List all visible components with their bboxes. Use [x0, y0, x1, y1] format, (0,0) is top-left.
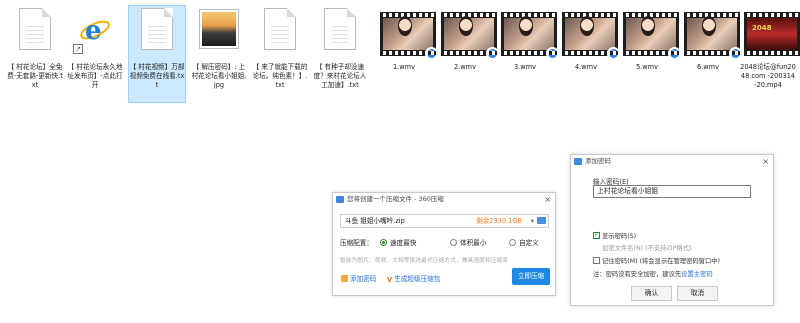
file-item-selected[interactable]: 【 村花视频】万部视频免费在线看.txt — [128, 5, 186, 103]
add-password-link[interactable]: 添加密码 — [341, 273, 376, 283]
video-thumbnail: 2048 — [744, 6, 800, 60]
ie-letter: e — [85, 16, 102, 46]
archive-name-field[interactable]: 斗鱼 姐姐小嘴吟.zip 剩余2330.1GB ▾ — [340, 214, 549, 228]
video-thumbnail: ↻ — [501, 6, 559, 60]
file-item[interactable]: ↻ 2.wmv — [437, 6, 499, 102]
add-password-dialog: 添加密码 × 输入密码(E) 上村花论坛看小姐姐 显示密码(S) 加密文件名(N… — [570, 154, 774, 306]
checkbox-checked — [593, 230, 600, 239]
show-password-checkbox[interactable]: 显示密码(S) — [593, 230, 637, 240]
mode-custom-radio[interactable]: 自定义 — [509, 237, 539, 247]
super-archive-link[interactable]: V 生成超级压缩包 — [387, 273, 440, 284]
lock-icon — [341, 275, 348, 282]
compress-dialog: 您将创建一个压缩文件 - 360压缩 × 斗鱼 姐姐小嘴吟.zip 剩余2330… — [332, 192, 556, 296]
file-item[interactable]: ↻ 3.wmv — [497, 6, 559, 102]
file-name: 【 来了就能下载的论坛。纯色素！】.txt — [252, 63, 308, 89]
file-name: 【 村花视频】万部视频免费在线看.txt — [129, 63, 185, 89]
password-input[interactable]: 上村花论坛看小姐姐 — [593, 185, 751, 198]
super-archive-label: 生成超级压缩包 — [394, 275, 441, 283]
dialog-title-bar[interactable]: 您将创建一个压缩文件 - 360压缩 × — [333, 193, 555, 206]
internet-explorer-icon: e — [80, 16, 110, 46]
file-item[interactable]: ↻ 4.wmv — [558, 6, 620, 102]
file-item[interactable]: 【 有种子却没速度？来村花论坛人工加速】.txt — [312, 6, 368, 102]
file-name: 1.wmv — [392, 63, 415, 71]
file-name: 【 解压密码】: 上村花论坛看小姐姐.jpg — [191, 63, 247, 89]
file-name: 【 有种子却没速度？来村花论坛人工加速】.txt — [313, 63, 367, 89]
shortcut-arrow-icon: ↗ — [73, 44, 83, 54]
dialog-title-bar[interactable]: 添加密码 × — [571, 155, 773, 168]
remember-password-label: 记住密码(M) (将会显示在管理密码窗口中) — [602, 258, 721, 265]
file-item[interactable]: ↻ 5.wmv — [619, 6, 681, 102]
compress-hint: 智能为图片、视频、文档等挑选最优压缩方式，兼具速度和压缩率 — [340, 258, 509, 264]
mode-fastest-radio[interactable]: 速度最快 — [380, 237, 416, 247]
file-item[interactable]: e ↗ 【 村花论坛永久地址发布页】-点此打开 — [67, 6, 123, 102]
ok-button[interactable]: 确认 — [631, 286, 672, 301]
mode-smallest-radio[interactable]: 体积最小 — [450, 237, 486, 247]
file-item[interactable]: 【 村花论坛】全免费-无套路-更新快.txt — [7, 6, 63, 102]
file-name: 4.wmv — [574, 63, 597, 71]
super-archive-icon: V — [387, 276, 393, 284]
video-brand-logo: 2048 — [752, 24, 772, 32]
file-item[interactable]: 2048 2048论坛@fun2048.com -200314-20.mp4 — [740, 6, 800, 102]
free-space: 剩余2330.1GB — [476, 217, 522, 225]
file-name: 2.wmv — [453, 63, 476, 71]
text-file-icon — [316, 6, 364, 60]
file-name: 3.wmv — [513, 63, 536, 71]
encrypt-filenames-option: 加密文件名(N) (不支持ZIP格式) — [602, 245, 692, 252]
mode-custom-label: 自定义 — [519, 239, 539, 247]
video-thumbnail: ↻ — [562, 6, 620, 60]
file-name: 6.wmv — [696, 63, 719, 71]
security-note-text: 注：密码没有安全加密，建议先 — [593, 271, 682, 278]
chevron-down-icon[interactable]: ▾ — [531, 215, 534, 227]
zip-app-icon — [336, 196, 344, 203]
text-file-icon — [11, 6, 59, 60]
folder-icon[interactable] — [537, 217, 546, 224]
ie-shortcut-icon: e ↗ — [71, 6, 119, 60]
set-master-password-link[interactable]: 设置主密码 — [681, 271, 712, 278]
dialog-title: 您将创建一个压缩文件 - 360压缩 — [347, 195, 444, 203]
video-thumbnail: ↻ — [441, 6, 499, 60]
remember-password-checkbox[interactable]: 记住密码(M) (将会显示在管理密码窗口中) — [593, 256, 720, 265]
mode-label: 压缩配置： — [340, 239, 373, 247]
compress-now-button[interactable]: 立即压缩 — [512, 268, 550, 285]
close-icon[interactable]: × — [762, 155, 769, 168]
video-thumbnail: ↻ — [684, 6, 742, 60]
archive-name: 斗鱼 姐姐小嘴吟.zip — [345, 217, 405, 225]
file-item[interactable]: ↻ 1.wmv — [376, 6, 438, 102]
dialog-title: 添加密码 — [585, 157, 611, 165]
file-item[interactable]: ↻ 6.wmv — [680, 6, 742, 102]
checkbox-unchecked — [593, 257, 600, 264]
text-file-icon — [133, 6, 181, 60]
file-item[interactable]: 【 来了就能下载的论坛。纯色素！】.txt — [252, 6, 308, 102]
mode-smallest-label: 体积最小 — [460, 239, 487, 247]
file-name: 【 村花论坛永久地址发布页】-点此打开 — [67, 63, 123, 89]
image-thumbnail — [195, 6, 243, 60]
add-password-label: 添加密码 — [350, 275, 377, 283]
mode-fastest-label: 速度最快 — [390, 239, 417, 247]
file-name: 2048论坛@fun2048.com -200314-20.mp4 — [740, 63, 796, 89]
cancel-button[interactable]: 取消 — [677, 286, 718, 301]
show-password-label: 显示密码(S) — [602, 233, 637, 240]
zip-app-icon — [574, 158, 582, 165]
close-icon[interactable]: × — [544, 193, 551, 206]
file-name: 【 村花论坛】全免费-无套路-更新快.txt — [7, 63, 63, 89]
file-name: 5.wmv — [635, 63, 658, 71]
video-thumbnail: ↻ — [380, 6, 438, 60]
file-item[interactable]: 【 解压密码】: 上村花论坛看小姐姐.jpg — [191, 6, 247, 102]
text-file-icon — [256, 6, 304, 60]
security-note: 注：密码没有安全加密，建议先设置主密码 — [593, 269, 713, 278]
video-thumbnail: ↻ — [623, 6, 681, 60]
